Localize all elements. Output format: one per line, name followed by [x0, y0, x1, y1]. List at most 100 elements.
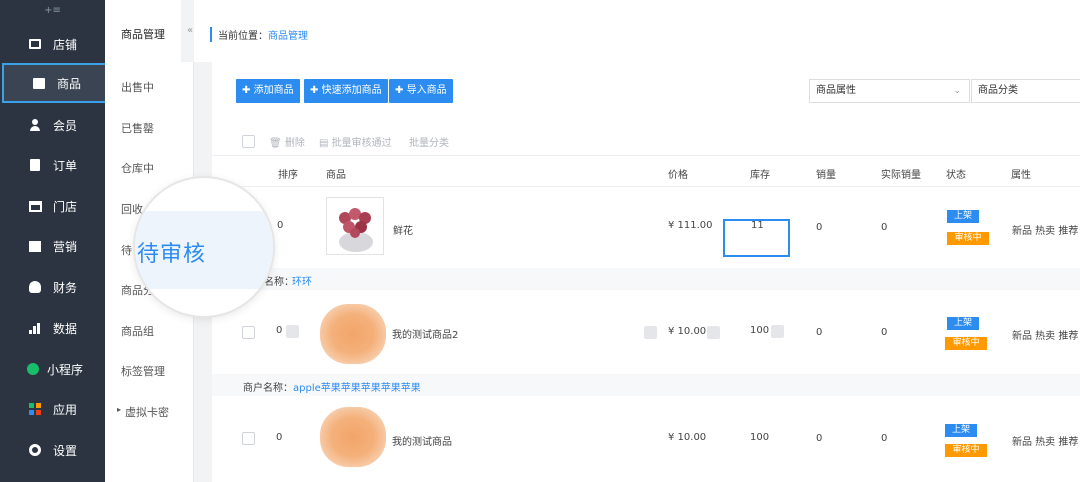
quick-add-goods-button[interactable]: ✚ 快速添加商品 [304, 79, 388, 103]
edit-name-icon[interactable] [644, 326, 657, 339]
merchant-name-link[interactable]: 环环 [292, 273, 312, 288]
product-attributes: 新品 热卖 推荐 [1012, 437, 1079, 448]
subnav-item-virtual-card[interactable]: 虚拟卡密 [117, 404, 169, 420]
product-sales: 0 [816, 222, 823, 233]
goods-attribute-select[interactable]: 商品属性 ⌄ [809, 79, 970, 103]
plus-icon: ✚ [395, 85, 404, 96]
product-attributes: 新品 热卖 推荐 [1012, 226, 1079, 237]
goods-category-select[interactable]: 商品分类 [971, 79, 1080, 103]
goods-attribute-value: 商品属性 [816, 85, 856, 96]
quick-add-label: 快速添加商品 [321, 85, 382, 96]
sidebar-item-apps[interactable]: 应用 [0, 389, 105, 429]
sidebar-collapse-toggle[interactable]: +≡ [0, 0, 105, 22]
trash-icon: 🗑 [269, 138, 282, 149]
row-sort: 0 [276, 325, 283, 336]
column-header-stock: 库存 [750, 170, 770, 181]
product-thumbnail-blurred [320, 304, 386, 364]
merchant-row: 名称： 环环 [212, 268, 1080, 290]
bar-chart-icon [28, 321, 42, 335]
product-actual-sales: 0 [881, 327, 888, 338]
sidebar-item-store[interactable]: 店铺 [0, 24, 105, 64]
sidebar-item-label: 营销 [53, 239, 78, 254]
edit-stock-icon[interactable] [771, 325, 784, 338]
merchant-name-link[interactable]: apple苹果苹果苹果苹果苹果 [293, 379, 421, 394]
status-badge-on-shelf: 上架 [947, 317, 979, 330]
gift-icon [28, 239, 42, 253]
import-goods-label: 导入商品 [406, 85, 447, 96]
bulk-approve-button[interactable]: ▤ 批量审核通过 [319, 134, 392, 149]
table-row: 0 我的测试商品 ¥ 10.00 100 0 0 上架 审核中 新品 热卖 推荐 [212, 396, 1080, 482]
plus-icon: ✚ [242, 85, 251, 96]
table-header: 排序 商品 价格 库存 销量 实际销量 状态 属性 [212, 157, 1080, 187]
product-stock: 100 [750, 325, 770, 336]
order-icon [28, 158, 42, 172]
sidebar-item-marketing[interactable]: 营销 [0, 226, 105, 266]
sidebar-item-goods[interactable]: 商品 [2, 63, 108, 103]
status-badge-reviewing: 审核中 [945, 337, 987, 350]
chevron-down-icon: ⌄ [953, 86, 961, 96]
bulk-actions-bar: 🗑 删除 ▤ 批量审核通过 批量分类 [212, 126, 1080, 156]
sidebar-item-order[interactable]: 订单 [0, 145, 105, 185]
money-bag-icon [28, 280, 42, 294]
product-name[interactable]: 我的测试商品 [392, 433, 452, 448]
product-name[interactable]: 鲜花 [393, 222, 413, 237]
bulk-categorize-button[interactable]: 批量分类 [409, 134, 449, 149]
row-sort: 0 [276, 432, 283, 443]
sidebar-item-label: 设置 [53, 443, 78, 458]
status-badge-reviewing: 审核中 [947, 232, 989, 245]
sidebar-item-settings[interactable]: 设置 [0, 430, 105, 470]
goods-category-value: 商品分类 [978, 85, 1018, 96]
product-actual-sales: 0 [881, 222, 888, 233]
sidebar-item-shop[interactable]: 门店 [0, 186, 105, 226]
breadcrumb: 当前位置：商品管理 [210, 27, 308, 42]
subnav-item-warehouse[interactable]: 仓库中 [121, 160, 154, 176]
import-goods-button[interactable]: ✚ 导入商品 [389, 79, 453, 103]
sidebar-item-label: 财务 [53, 280, 78, 295]
product-thumbnail-flowers [326, 197, 384, 255]
sidebar-item-label: 商品 [57, 76, 82, 91]
breadcrumb-current[interactable]: 商品管理 [268, 31, 308, 42]
subnav-item-tags[interactable]: 标签管理 [121, 363, 165, 379]
column-header-actual-sales: 实际销量 [881, 170, 921, 181]
member-icon [28, 118, 42, 132]
store-icon [28, 37, 42, 51]
top-bar: 当前位置：商品管理 [194, 0, 1080, 62]
column-header-status: 状态 [946, 170, 966, 181]
sidebar-item-label: 会员 [53, 118, 78, 133]
product-name[interactable]: 我的测试商品2 [392, 326, 458, 341]
magnifier-callout: 待审核 [135, 178, 273, 316]
table-row: 0 鲜花 ¥ 111.00 11 0 0 上架 审核中 新品 热卖 推荐 [212, 188, 1080, 268]
sidebar-item-data[interactable]: 数据 [0, 308, 105, 348]
add-goods-button[interactable]: ✚ 添加商品 [236, 79, 300, 103]
product-price: ¥ 111.00 [668, 220, 713, 231]
row-checkbox[interactable] [242, 432, 255, 445]
merchant-row: 商户名称： apple苹果苹果苹果苹果苹果 [212, 374, 1080, 396]
row-sort: 0 [277, 220, 284, 231]
product-attributes: 新品 热卖 推荐 [1012, 331, 1079, 342]
document-icon: ▤ [319, 138, 329, 149]
flower-bouquet-image [339, 208, 373, 252]
subnav-item-on-sale[interactable]: 出售中 [121, 79, 154, 95]
bulk-delete-button[interactable]: 🗑 删除 [269, 134, 305, 149]
add-goods-label: 添加商品 [253, 85, 294, 96]
main-sidebar: +≡ 店铺 商品 会员 订单 门店 营销 财务 数据 小程序 应用 设置 [0, 0, 108, 482]
plus-icon: ✚ [310, 85, 319, 96]
sidebar-item-mini-program[interactable]: 小程序 [0, 349, 105, 389]
sidebar-item-label: 小程序 [47, 362, 84, 377]
gear-icon [28, 443, 42, 457]
edit-price-icon[interactable] [707, 326, 720, 339]
sidebar-item-finance[interactable]: 财务 [0, 267, 105, 307]
edit-sort-icon[interactable] [286, 325, 299, 338]
row-checkbox[interactable] [242, 326, 255, 339]
bulk-delete-label: 删除 [284, 138, 305, 149]
sidebar-item-member[interactable]: 会员 [0, 105, 105, 145]
column-header-attributes: 属性 [1011, 170, 1031, 181]
column-header-sort: 排序 [278, 170, 298, 181]
column-header-price: 价格 [668, 170, 688, 181]
select-all-checkbox[interactable] [242, 135, 255, 148]
subnav-item-pending[interactable]: 待 [121, 242, 132, 258]
sub-sidebar-title: 商品管理 [121, 28, 165, 41]
shop-icon [28, 199, 42, 213]
subnav-item-group[interactable]: 商品组 [121, 323, 154, 339]
subnav-item-sold-out[interactable]: 已售罄 [121, 120, 154, 136]
